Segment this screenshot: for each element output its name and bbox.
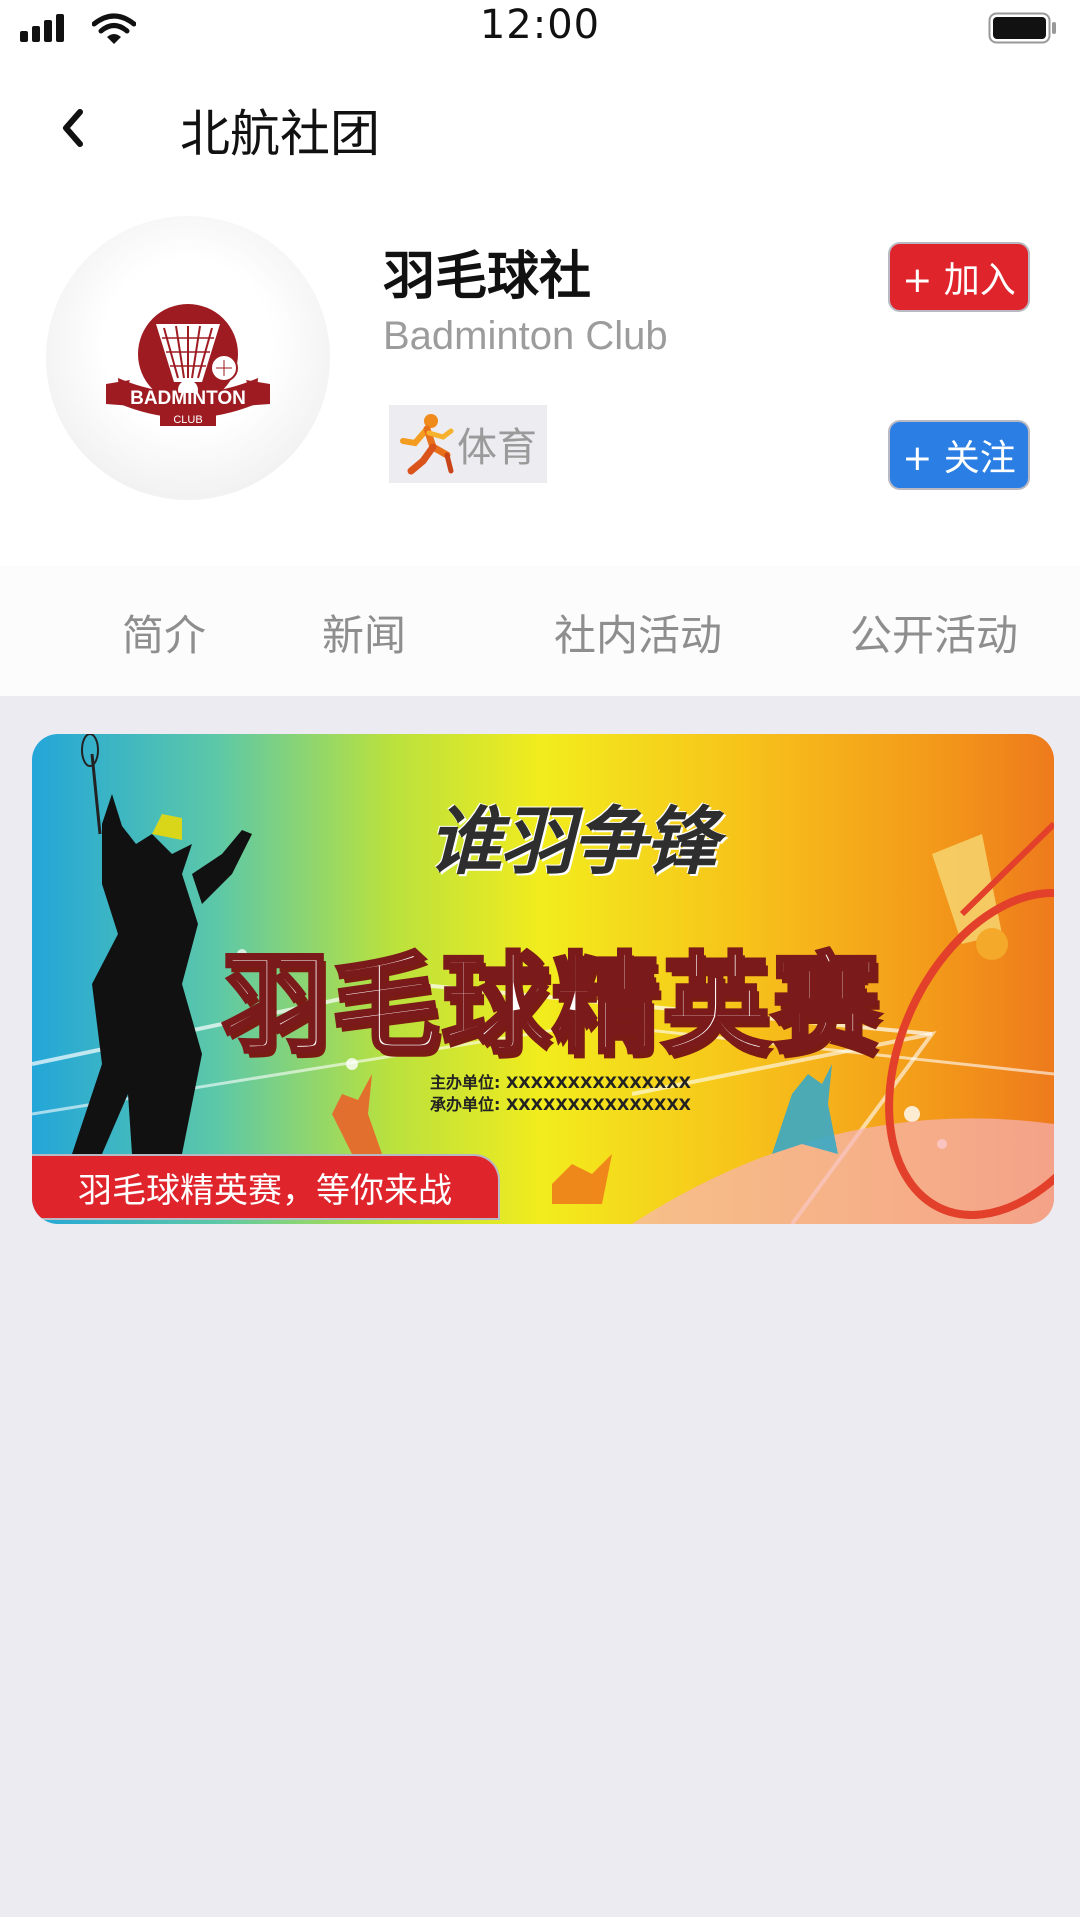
tab-internal-activities[interactable]: 社内活动 [554, 602, 722, 663]
club-info: BADMINTON CLUB 羽毛球社 Badminton Club 体育 + … [0, 206, 1080, 566]
status-bar: 12:00 [0, 0, 1080, 56]
page-title: 北航社团 [180, 105, 380, 163]
chevron-left-icon [63, 109, 83, 147]
club-name-en: Badminton Club [383, 314, 668, 358]
event-banner[interactable]: 谁羽争锋 羽毛球精英赛 主办单位: XXXXXXXXXXXXXXX 承办单位: … [32, 734, 1054, 1224]
join-button[interactable]: + 加入 [888, 242, 1030, 312]
tab-bar: 简介 新闻 社内活动 公开活动 [0, 566, 1080, 696]
tab-intro[interactable]: 简介 [122, 602, 206, 663]
follow-button[interactable]: + 关注 [888, 420, 1030, 490]
player-silhouette-icon [72, 794, 202, 1154]
banner-title: 羽毛球精英赛 [220, 941, 882, 1070]
logo-subtext: CLUB [173, 414, 202, 426]
runner-icon [400, 414, 454, 475]
club-name: 羽毛球社 [383, 247, 592, 307]
back-button[interactable] [50, 102, 96, 154]
logo-text: BADMINTON [130, 388, 246, 409]
category-label: 体育 [457, 425, 537, 471]
tab-news[interactable]: 新闻 [322, 602, 406, 663]
header: 北航社团 [0, 56, 1080, 206]
badminton-logo-icon: BADMINTON CLUB [106, 304, 270, 426]
category-tag[interactable]: 体育 [389, 405, 547, 483]
battery-icon [988, 12, 1056, 44]
banner-caption: 羽毛球精英赛，等你来战 [32, 1154, 500, 1220]
banner-host-info: 主办单位: XXXXXXXXXXXXXXX 承办单位: XXXXXXXXXXXX… [430, 1073, 692, 1114]
tab-public-activities[interactable]: 公开活动 [850, 602, 1018, 663]
club-logo: BADMINTON CLUB [46, 216, 330, 500]
banner-slogan: 谁羽争锋 [428, 799, 718, 885]
status-time: 12:00 [479, 2, 601, 48]
